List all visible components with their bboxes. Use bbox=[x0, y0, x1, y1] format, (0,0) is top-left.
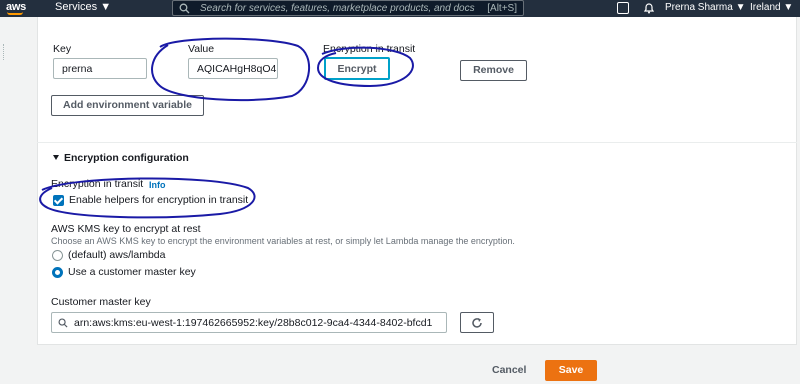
encrypt-button[interactable]: Encrypt bbox=[324, 57, 390, 80]
radio-default-key[interactable] bbox=[52, 250, 63, 261]
caret-down-icon: ▼ bbox=[783, 2, 794, 13]
cmk-label: Customer master key bbox=[51, 296, 151, 308]
kms-description: Choose an AWS KMS key to encrypt the env… bbox=[51, 236, 515, 246]
radio-default-key-label: (default) aws/lambda bbox=[68, 249, 166, 261]
refresh-icon bbox=[472, 318, 482, 328]
bell-icon[interactable] bbox=[643, 2, 655, 14]
kms-label: AWS KMS key to encrypt at rest bbox=[51, 223, 201, 235]
encryption-config-title[interactable]: Encryption configuration bbox=[64, 152, 189, 164]
search-bar[interactable]: Search for services, features, marketpla… bbox=[172, 0, 524, 16]
transit-section-label: Encryption in transit bbox=[51, 178, 144, 190]
user-menu[interactable]: Prerna Sharma ▼ bbox=[665, 2, 746, 13]
key-input[interactable]: prerna bbox=[53, 58, 147, 79]
section-divider bbox=[37, 142, 797, 143]
radio-customer-key[interactable] bbox=[52, 267, 63, 278]
caret-down-icon: ▼ bbox=[100, 1, 112, 13]
add-env-var-button[interactable]: Add environment variable bbox=[51, 95, 204, 116]
search-icon bbox=[179, 3, 190, 14]
value-input[interactable]: AQICAHgH8qO4H1ohH( bbox=[188, 58, 278, 79]
top-nav: aws Services ▼ Search for services, feat… bbox=[0, 0, 800, 17]
cmk-input[interactable]: arn:aws:kms:eu-west-1:197462665952:key/2… bbox=[51, 312, 447, 333]
left-rail bbox=[0, 17, 14, 384]
caret-down-icon[interactable] bbox=[53, 155, 59, 160]
transit-label: Encryption in transit bbox=[323, 43, 416, 55]
key-label: Key bbox=[53, 43, 72, 55]
remove-button[interactable]: Remove bbox=[460, 60, 527, 81]
caret-down-icon: ▼ bbox=[735, 2, 746, 13]
save-button[interactable]: Save bbox=[545, 360, 597, 381]
radio-customer-key-label: Use a customer master key bbox=[68, 266, 196, 278]
cmk-value: arn:aws:kms:eu-west-1:197462665952:key/2… bbox=[74, 317, 433, 329]
info-link[interactable]: Info bbox=[149, 180, 166, 190]
aws-logo-smile-icon bbox=[7, 12, 23, 15]
region-menu[interactable]: Ireland ▼ bbox=[750, 2, 793, 13]
cancel-button[interactable]: Cancel bbox=[492, 364, 526, 376]
rail-handle[interactable] bbox=[3, 44, 7, 60]
search-placeholder: Search for services, features, marketpla… bbox=[200, 3, 475, 14]
user-name: Prerna Sharma bbox=[665, 2, 733, 13]
refresh-button[interactable] bbox=[460, 312, 494, 333]
region-name: Ireland bbox=[750, 2, 781, 13]
cloudshell-icon[interactable] bbox=[617, 2, 629, 14]
helpers-checkbox[interactable] bbox=[53, 195, 64, 206]
helpers-checkbox-label: Enable helpers for encryption in transit bbox=[69, 194, 249, 206]
value-label: Value bbox=[188, 43, 215, 55]
search-shortcut: [Alt+S] bbox=[487, 3, 517, 14]
services-label: Services bbox=[55, 1, 98, 13]
services-menu[interactable]: Services ▼ bbox=[55, 1, 111, 13]
search-icon bbox=[58, 318, 68, 328]
